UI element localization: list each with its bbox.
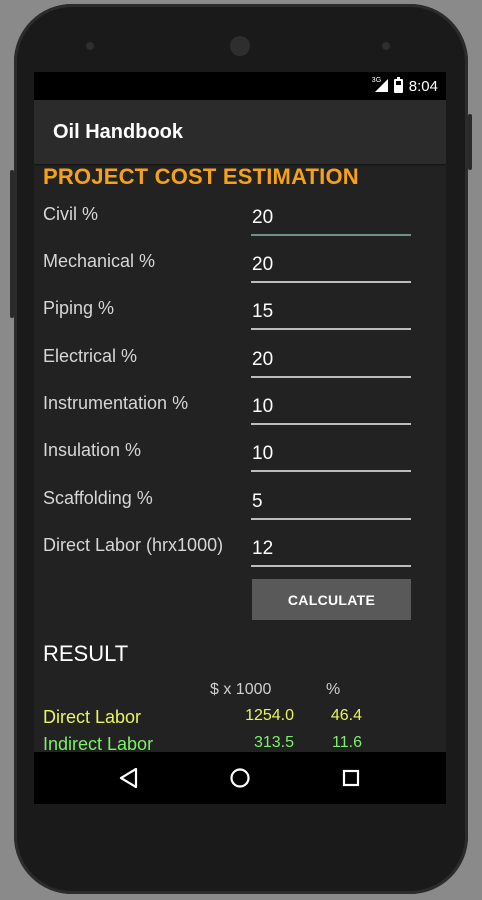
insulation-input[interactable] — [251, 434, 411, 472]
sensor-dot — [382, 42, 390, 50]
result-percent: 11.6 — [332, 734, 362, 751]
result-percent-header: % — [326, 681, 341, 698]
result-title: RESULT — [43, 641, 129, 666]
piping-label: Piping % — [43, 298, 115, 318]
app-bar: Oil Handbook — [34, 100, 446, 164]
scaffolding-label: Scaffolding % — [43, 488, 153, 508]
battery-icon — [393, 77, 403, 93]
civil-row: Civil % — [34, 198, 446, 245]
electrical-row: Electrical % — [34, 340, 446, 387]
result-money: 313.5 — [253, 734, 294, 751]
electrical-input[interactable] — [251, 340, 411, 378]
side-button-left — [10, 170, 14, 318]
side-button-upper — [468, 114, 472, 170]
page-title: PROJECT COST ESTIMATION — [43, 164, 359, 189]
back-triangle-icon[interactable] — [109, 758, 149, 798]
result-row-direct-labor: Direct Labor 1254.0 46.4 — [34, 707, 446, 731]
mechanical-row: Mechanical % — [34, 245, 446, 292]
civil-label: Civil % — [43, 204, 99, 224]
insulation-row: Insulation % — [34, 434, 446, 481]
insulation-label: Insulation % — [43, 440, 142, 460]
screen: 3G 8:04 Oil Handbook PROJECT COST ESTIMA… — [34, 72, 446, 804]
result-money: 1254.0 — [245, 707, 294, 724]
instrumentation-input[interactable] — [251, 387, 411, 425]
scaffolding-row: Scaffolding % — [34, 482, 446, 529]
piping-row: Piping % — [34, 292, 446, 339]
calculate-button[interactable]: CALCULATE — [252, 579, 411, 620]
electrical-label: Electrical % — [43, 346, 138, 366]
mechanical-label: Mechanical % — [43, 251, 156, 271]
network-type: 3G — [371, 77, 382, 84]
result-name: Direct Labor — [43, 707, 142, 727]
navigation-bar — [34, 752, 446, 804]
civil-input[interactable] — [251, 198, 411, 236]
home-circle-icon[interactable] — [220, 758, 260, 798]
direct-labor-row: Direct Labor (hrx1000) — [34, 529, 446, 576]
mechanical-input[interactable] — [251, 245, 411, 283]
signal-icon: 3G — [371, 77, 388, 93]
status-time: 8:04 — [408, 77, 438, 95]
status-bar: 3G 8:04 — [34, 72, 446, 100]
recents-square-icon[interactable] — [331, 758, 371, 798]
result-percent: 46.4 — [330, 707, 362, 724]
piping-input[interactable] — [251, 292, 411, 330]
direct-labor-input[interactable] — [251, 529, 411, 567]
app-title: Oil Handbook — [53, 120, 183, 143]
instrumentation-row: Instrumentation % — [34, 387, 446, 434]
direct-labor-label: Direct Labor (hrx1000) — [43, 535, 224, 555]
main-content: PROJECT COST ESTIMATION Civil % Mechanic… — [34, 164, 446, 760]
scaffolding-input[interactable] — [251, 482, 411, 520]
instrumentation-label: Instrumentation % — [43, 393, 189, 413]
front-camera — [230, 36, 250, 56]
earpiece-dot — [86, 42, 94, 50]
result-money-header: $ x 1000 — [210, 681, 272, 698]
